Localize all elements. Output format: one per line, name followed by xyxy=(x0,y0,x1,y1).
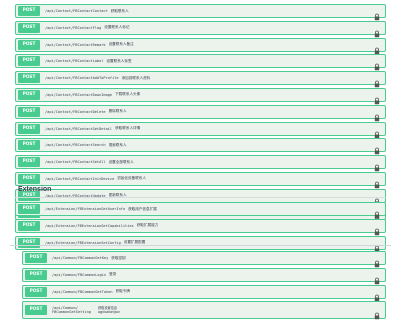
endpoint-path: /api/Contact/FBContactDelete xyxy=(45,109,106,114)
lock-icon[interactable] xyxy=(374,142,380,155)
lock-icon[interactable] xyxy=(374,92,380,105)
endpoint-path: /api/Contact/FBContactFlag xyxy=(45,25,102,30)
endpoint-path: /api/Extension/FBExtensionGetCapabilitie… xyxy=(45,223,134,228)
endpoint-path: /api/Contact/FBContactInitDevice xyxy=(45,176,115,181)
endpoint-summary: 获取令牌 xyxy=(115,289,130,294)
endpoint-path: /api/Contact/FBContactRemark xyxy=(45,42,106,47)
lock-icon[interactable] xyxy=(374,272,380,285)
endpoint-row[interactable]: POST/api/Contact/FBContactDelete 删除联系人 xyxy=(15,104,386,122)
post-method-badge: POST xyxy=(18,157,40,168)
endpoint-path: /api/Common/FBCommonGetKey xyxy=(52,256,109,260)
post-method-badge: POST xyxy=(18,89,40,100)
endpoint-row[interactable]: POST/api/Contact/FBContactDownImage 下载联系人… xyxy=(15,87,386,105)
endpoint-summary: 设置联系人备注 xyxy=(108,42,134,47)
section-title-extension[interactable]: Extension xyxy=(18,186,51,193)
post-method-badge: POST xyxy=(18,220,40,231)
lock-icon[interactable] xyxy=(374,159,380,172)
post-method-badge: POST xyxy=(18,140,40,151)
endpoint-row[interactable]: POST/api/Extension/FBExtensionSetConfig 设… xyxy=(15,235,386,252)
lock-icon[interactable] xyxy=(374,58,380,71)
lock-icon[interactable] xyxy=(374,25,380,38)
endpoint-row[interactable]: POST/api/Contact/FBContactRemark 设置联系人备注 xyxy=(15,37,386,54)
endpoint-summary: 添加到联系人资料 xyxy=(121,75,151,80)
endpoint-path: /api/Contact/FBContactLabel xyxy=(45,59,104,64)
endpoint-summary-line: application/json xyxy=(98,310,120,315)
endpoint-summary: 登录 xyxy=(109,272,117,277)
endpoint-summary: 下载联系人头像 xyxy=(115,92,141,97)
endpoint-path: /api/Extension/FBExtensionGetUserInfo xyxy=(45,207,126,211)
endpoint-group-common: POST/api/Common/FBCommonGetKey 获取密钥 POST/a… xyxy=(22,251,386,322)
post-method-badge: POST xyxy=(18,173,40,184)
post-method-badge: POST xyxy=(18,106,40,117)
endpoint-path: /api/Extension/FBExtensionSetConfig xyxy=(45,240,121,245)
endpoint-summary: 设置全部联系人 xyxy=(108,159,134,164)
endpoint-summary: 设置联系人标记 xyxy=(104,25,130,30)
post-method-badge: POST xyxy=(18,204,40,214)
section-divider xyxy=(15,197,386,198)
endpoint-summary: 初始化设备联系人 xyxy=(117,176,146,181)
post-method-badge: POST xyxy=(18,6,40,16)
endpoint-row[interactable]: POST/api/Contact/FBContactLabel 设置联系人标签 xyxy=(15,54,386,71)
lock-icon[interactable] xyxy=(374,126,380,138)
post-method-badge: POST xyxy=(25,305,47,316)
endpoint-path: /api/Common/FBCommonLogin xyxy=(52,272,107,277)
endpoint-summary: 获取联系人详情 xyxy=(115,126,141,131)
endpoint-row[interactable]: POST/api/Contact/FBContactSearch 搜索联系人 xyxy=(15,138,386,155)
endpoint-path: /api/Contact/FBContactSearch xyxy=(45,143,106,148)
endpoint-summary: 获取密钥 xyxy=(111,255,126,260)
endpoint-path: /api/Common/FBCommonGetToken xyxy=(52,289,113,294)
endpoint-summary: 搜索联系人 xyxy=(108,142,127,147)
endpoint-row[interactable]: POST/api/Contact/FBContactAddToProfile 添加… xyxy=(15,71,386,88)
endpoint-summary: 删除联系人 xyxy=(108,109,127,114)
endpoint-summary: 获取设置信息 application/json xyxy=(98,306,385,314)
lock-icon[interactable] xyxy=(374,109,380,122)
endpoint-path: /api/Contact/FBContactContact xyxy=(45,9,108,13)
endpoint-summary: 获取联系人 xyxy=(110,8,129,13)
post-method-badge: POST xyxy=(18,73,40,84)
endpoint-path: /api/Contact/FBContactSetAll xyxy=(45,160,106,165)
endpoint-row[interactable]: POST/api/Contact/FBContactUpdate 更新联系人 xyxy=(15,188,386,206)
post-method-badge: POST xyxy=(18,123,40,134)
lock-icon[interactable] xyxy=(374,307,380,320)
endpoint-path-line: FBCommonGetSetting xyxy=(52,310,91,315)
lock-icon[interactable] xyxy=(374,75,380,88)
endpoint-row[interactable]: POST/api/Contact/FBContactContact 获取联系人 xyxy=(15,4,386,21)
post-method-badge: POST xyxy=(18,237,40,248)
endpoint-row[interactable]: POST/api/Common/FBCommonLogin 登录 xyxy=(22,267,386,285)
post-method-badge: POST xyxy=(25,253,47,263)
post-method-badge: POST xyxy=(25,269,47,280)
lock-icon[interactable] xyxy=(374,240,380,252)
lock-icon[interactable] xyxy=(374,255,380,268)
endpoint-row[interactable]: POST/api/Contact/FBContactFlag 设置联系人标记 xyxy=(15,20,386,38)
endpoint-path: /api/Common/FBCommonGetSetting xyxy=(52,306,96,314)
endpoint-summary: 设置联系人标签 xyxy=(106,58,132,63)
endpoint-row[interactable]: POST/api/Common/FBCommonGetToken 获取令牌 xyxy=(22,284,386,301)
endpoint-row[interactable]: POST/api/Common/FBCommonGetKey 获取密钥 xyxy=(22,251,386,268)
section-separator xyxy=(10,245,391,246)
endpoint-row[interactable]: POST/api/Extension/FBExtensionGetCapabil… xyxy=(15,218,386,236)
endpoint-row[interactable]: POST/api/Contact/FBContactGetDetail 获取联系人… xyxy=(15,121,386,138)
endpoint-row[interactable]: POST/api/Contact/FBContactSetAll 设置全部联系人 xyxy=(15,155,386,172)
lock-icon[interactable] xyxy=(374,8,380,21)
endpoint-group-contact: POST/api/Contact/FBContactContact 获取联系人 PO… xyxy=(15,4,386,222)
endpoint-row[interactable]: POST/api/Common/FBCommonGetSetting 获取设置信息… xyxy=(22,301,386,320)
post-method-badge: POST xyxy=(18,22,40,33)
endpoint-row[interactable]: POST/api/Extension/FBExtensionGetUserInf… xyxy=(15,202,386,219)
lock-icon[interactable] xyxy=(374,206,380,219)
endpoint-path: /api/Contact/FBContactAddToProfile xyxy=(45,76,119,81)
endpoint-path: /api/Contact/FBContactDownImage xyxy=(45,92,113,97)
post-method-badge: POST xyxy=(18,39,40,50)
endpoint-summary: 获取用户信息扩展 xyxy=(128,206,157,211)
post-method-badge: POST xyxy=(25,286,47,297)
endpoint-path: /api/Contact/FBContactGetDetail xyxy=(45,126,113,131)
endpoint-summary: 获取扩展能力 xyxy=(136,223,159,228)
post-method-badge: POST xyxy=(18,56,40,67)
lock-icon[interactable] xyxy=(374,289,380,301)
lock-icon[interactable] xyxy=(374,42,380,54)
lock-icon[interactable] xyxy=(374,223,380,236)
endpoint-row[interactable]: POST/api/Contact/FBContactInitDevice 初始化设… xyxy=(15,171,386,189)
lock-icon[interactable] xyxy=(374,176,380,189)
